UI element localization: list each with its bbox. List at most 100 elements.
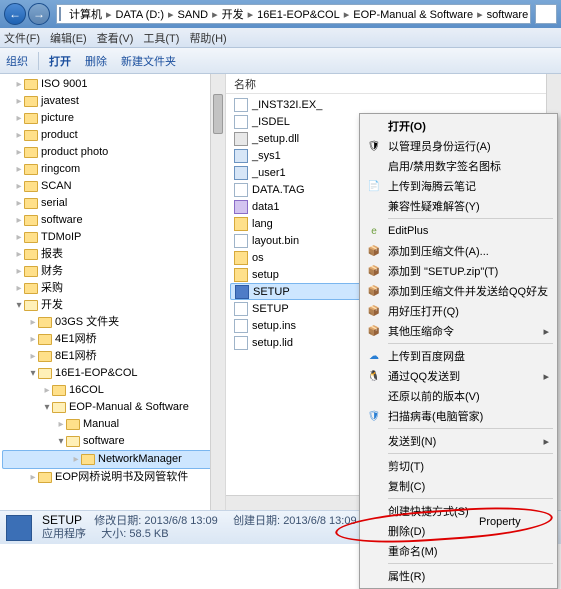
expand-icon[interactable]: ▸ [28,314,38,331]
menu-item[interactable]: 删除(D) [362,521,555,541]
menu-item[interactable]: 查看(V) [97,30,134,46]
new-folder-button[interactable]: 新建文件夹 [121,53,176,69]
organize-button[interactable]: 组织 [6,53,28,69]
expand-icon[interactable]: ▸ [42,382,52,399]
breadcrumb-seg[interactable]: 16E1-EOP&COL [253,9,344,21]
tree-item[interactable]: ▸ product [2,127,225,144]
expand-icon[interactable]: ▸ [14,246,24,263]
menu-item[interactable]: 📄上传到海腾云笔记 [362,176,555,196]
expand-icon[interactable]: ▸ [56,416,66,433]
tree-item[interactable]: ▾EOP-Manual & Software [2,399,225,416]
tree-item-label: 报表 [41,246,63,263]
expand-icon[interactable]: ▸ [14,280,24,297]
tree-item[interactable]: ▸ringcom [2,161,225,178]
tree-item[interactable]: ▸16COL [2,382,225,399]
tree-item[interactable]: ▸Manual [2,416,225,433]
expand-icon[interactable]: ▾ [56,433,66,450]
breadcrumb-seg[interactable]: DATA (D:) [112,9,168,21]
menu-separator [388,343,553,344]
breadcrumb-seg[interactable]: EOP-Manual & Software [349,9,477,21]
tree-item[interactable]: ▸03GS 文件夹 [2,314,225,331]
tree-item[interactable]: ▸product photo [2,144,225,161]
menu-item[interactable]: 属性(R) [362,566,555,586]
tree-item[interactable]: ▸8E1网桥 [2,348,225,365]
context-menu[interactable]: 打开(O)🛡以管理员身份运行(A)启用/禁用数字签名图标📄上传到海腾云笔记兼容性… [359,113,558,589]
breadcrumb-seg[interactable]: 计算机 [65,6,106,22]
folder-tree[interactable]: ▸ISO 9001▸javatest▸picture▸product▸produ… [0,74,226,510]
breadcrumb-seg[interactable]: software [483,9,531,21]
menu-item[interactable]: 编辑(E) [50,30,87,46]
menu-item[interactable]: 启用/禁用数字签名图标 [362,156,555,176]
menu-item[interactable]: ☁上传到百度网盘 [362,346,555,366]
menu-item[interactable]: 📦用好压打开(Q) [362,301,555,321]
open-button[interactable]: 打开 [49,53,71,69]
menu-item[interactable]: 🛡扫描病毒(电脑管家) [362,406,555,426]
expand-icon[interactable]: ▸ [14,263,24,280]
expand-icon[interactable]: ▸ [14,127,24,144]
tree-item[interactable]: ▸ 报表 [2,246,225,263]
expand-icon[interactable]: ▸ [14,76,24,93]
tree-item[interactable]: ▾开发 [2,297,225,314]
menu-item[interactable]: 创建快捷方式(S) [362,501,555,521]
delete-button[interactable]: 删除 [85,53,107,69]
expand-icon[interactable]: ▸ [14,195,24,212]
tree-item[interactable]: ▸TDMoIP [2,229,225,246]
expand-icon[interactable]: ▸ [28,331,38,348]
tree-item[interactable]: ▸4E1网桥 [2,331,225,348]
breadcrumb-seg[interactable]: SAND [174,9,213,21]
menu-item[interactable]: 帮助(H) [189,30,226,46]
address-bar[interactable]: 计算机▸DATA (D:)▸SAND▸开发▸16E1-EOP&COL▸EOP-M… [56,4,531,24]
menu-item[interactable]: 复制(C) [362,476,555,496]
tree-item[interactable]: ▸serial [2,195,225,212]
expand-icon[interactable]: ▾ [14,297,24,314]
expand-icon[interactable]: ▸ [14,229,24,246]
menu-item[interactable]: eEditPlus [362,221,555,241]
menu-item[interactable]: 🛡以管理员身份运行(A) [362,136,555,156]
tree-item[interactable]: ▸EOP网桥说明书及网管软件 [2,469,225,486]
nav-back-button[interactable]: ← [4,3,26,25]
search-box[interactable] [535,4,557,24]
expand-icon[interactable]: ▸ [14,110,24,127]
tree-item-label: product [41,127,78,144]
expand-icon[interactable]: ▸ [14,178,24,195]
file-item[interactable]: _INST32I.EX_ [230,96,557,113]
column-header-name[interactable]: 名称 [226,74,561,94]
nav-forward-button[interactable]: → [28,3,50,25]
tree-scrollbar[interactable] [210,74,225,510]
menu-item[interactable]: 剪切(T) [362,456,555,476]
menu-item[interactable]: 还原以前的版本(V) [362,386,555,406]
menu-item[interactable]: 发送到(N)▸ [362,431,555,451]
menu-item[interactable]: 兼容性疑难解答(Y) [362,196,555,216]
menu-icon: e [366,223,382,239]
menu-item[interactable]: 📦添加到 "SETUP.zip"(T) [362,261,555,281]
expand-icon[interactable]: ▸ [71,451,81,468]
tree-item[interactable]: ▸NetworkManager [2,450,225,469]
tree-item[interactable]: ▸采购 [2,280,225,297]
tree-item[interactable]: ▸software [2,212,225,229]
expand-icon[interactable]: ▸ [14,161,24,178]
menu-item[interactable]: 📦其他压缩命令▸ [362,321,555,341]
menu-item[interactable]: 文件(F) [4,30,40,46]
folder-icon [38,472,52,483]
menu-item[interactable]: 🐧通过QQ发送到▸ [362,366,555,386]
expand-icon[interactable]: ▸ [14,212,24,229]
menu-item[interactable]: 打开(O) [362,116,555,136]
expand-icon[interactable]: ▸ [14,93,24,110]
expand-icon[interactable]: ▸ [28,348,38,365]
tree-item[interactable]: ▸SCAN [2,178,225,195]
menu-item[interactable]: 📦添加到压缩文件(A)... [362,241,555,261]
tree-item[interactable]: ▸javatest [2,93,225,110]
tree-item[interactable]: ▸财务 [2,263,225,280]
tree-item[interactable]: ▸ISO 9001 [2,76,225,93]
expand-icon[interactable]: ▾ [42,399,52,416]
menu-item[interactable]: 📦添加到压缩文件并发送给QQ好友 [362,281,555,301]
menu-item[interactable]: 重命名(M) [362,541,555,561]
tree-item[interactable]: ▸picture [2,110,225,127]
expand-icon[interactable]: ▸ [28,469,38,486]
breadcrumb-seg[interactable]: 开发 [218,6,248,22]
tree-item[interactable]: ▾software [2,433,225,450]
tree-item[interactable]: ▾16E1-EOP&COL [2,365,225,382]
expand-icon[interactable]: ▸ [14,144,24,161]
expand-icon[interactable]: ▾ [28,365,38,382]
menu-item[interactable]: 工具(T) [143,30,179,46]
